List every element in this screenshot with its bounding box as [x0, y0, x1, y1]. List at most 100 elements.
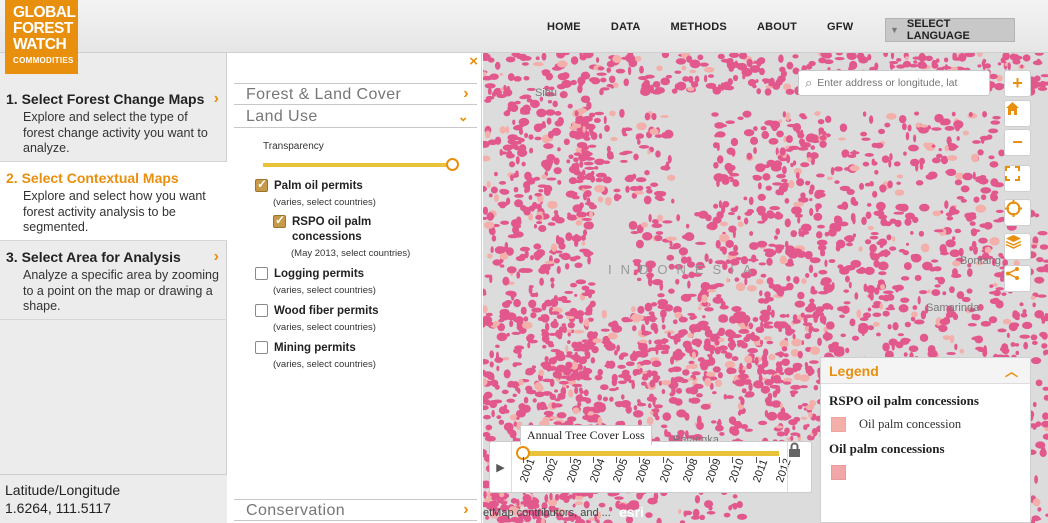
loss-patch	[507, 234, 519, 239]
language-select[interactable]: ▼ SELECT LANGUAGE	[885, 18, 1015, 42]
loss-patch	[918, 290, 928, 295]
location-search[interactable]: ⌕	[798, 70, 990, 96]
transparency-slider-track[interactable]	[263, 163, 453, 167]
year-label-2004[interactable]: 2004	[588, 457, 608, 484]
fullscreen-button[interactable]	[1004, 165, 1031, 192]
loss-patch	[1019, 302, 1024, 307]
loss-patch	[689, 69, 697, 74]
step-forest-change[interactable]: 1. Select Forest Change Maps › Explore a…	[0, 83, 227, 162]
loss-patch	[787, 328, 795, 335]
loss-patch	[541, 70, 550, 74]
loss-patch	[657, 293, 665, 298]
zoom-out-button[interactable]: −	[1004, 129, 1031, 156]
year-label-2011[interactable]: 2011	[751, 458, 770, 484]
category-conservation[interactable]: Conservation ›	[234, 499, 477, 521]
loss-patch	[499, 264, 505, 268]
loss-patch	[758, 420, 768, 426]
loss-patch	[633, 314, 645, 321]
loss-patch	[718, 314, 729, 322]
loss-patch	[808, 264, 814, 274]
legend-header[interactable]: Legend ︿	[821, 358, 1030, 384]
nav-methods[interactable]: METHODS	[671, 21, 727, 33]
layers-button[interactable]	[1004, 233, 1031, 260]
timeline-track[interactable]	[523, 451, 779, 456]
loss-patch	[723, 393, 727, 400]
step-title: 3. Select Area for Analysis	[6, 249, 181, 265]
loss-patch	[671, 88, 678, 94]
year-label-2001[interactable]: 2001	[518, 457, 538, 484]
loss-patch	[883, 249, 889, 258]
loss-patch	[573, 192, 578, 197]
nav-about[interactable]: ABOUT	[757, 21, 797, 33]
loss-patch	[718, 200, 723, 209]
loss-patch	[868, 293, 873, 299]
loss-patch	[816, 224, 826, 229]
category-land-use[interactable]: Land Use ⌄	[234, 106, 477, 128]
year-label-2005[interactable]: 2005	[611, 457, 631, 484]
loss-patch	[882, 342, 890, 352]
loss-patch	[764, 396, 772, 405]
loss-patch	[752, 317, 759, 322]
loss-patch	[509, 104, 519, 113]
year-label-2010[interactable]: 2010	[727, 457, 747, 484]
loss-patch	[851, 335, 860, 341]
year-label-2006[interactable]: 2006	[634, 457, 654, 484]
loss-patch	[806, 133, 816, 140]
loss-patch	[574, 386, 579, 395]
year-label-2002[interactable]: 2002	[541, 457, 561, 484]
palm-oil-checkbox[interactable]	[255, 177, 268, 192]
mining-checkbox[interactable]	[255, 341, 268, 354]
loss-patch	[940, 251, 949, 256]
share-button[interactable]	[1004, 265, 1031, 292]
loss-patch	[518, 137, 525, 143]
chevron-up-icon[interactable]: ︿	[1005, 361, 1018, 380]
wood-fiber-checkbox[interactable]	[255, 304, 268, 317]
year-label-2003[interactable]: 2003	[565, 457, 585, 484]
loss-patch	[779, 402, 784, 409]
map-canvas[interactable]: Sibu INDONESIA Bontang Samarinda Palangk…	[483, 53, 1048, 523]
zoom-in-button[interactable]: +	[1004, 70, 1031, 97]
loss-patch	[629, 185, 640, 192]
home-button[interactable]	[1004, 100, 1031, 127]
step-area-analysis[interactable]: 3. Select Area for Analysis › Analyze a …	[0, 241, 227, 320]
loss-patch	[627, 66, 632, 76]
year-label-2009[interactable]: 2009	[704, 457, 724, 484]
transparency-slider-handle[interactable]	[446, 158, 459, 171]
logo[interactable]: GLOBAL FOREST WATCH COMMODITIES	[5, 0, 78, 74]
loss-patch	[539, 277, 544, 286]
loss-patch	[663, 129, 674, 139]
nav-gfw[interactable]: GFW	[827, 21, 853, 33]
locate-button[interactable]	[1004, 199, 1031, 226]
category-label: Forest & Land Cover	[246, 86, 402, 103]
play-button[interactable]: ▶	[490, 442, 512, 492]
category-forest-land-cover[interactable]: Forest & Land Cover ›	[234, 83, 477, 105]
rspo-checkbox[interactable]	[273, 213, 286, 228]
nav-data[interactable]: DATA	[611, 21, 641, 33]
loss-patch	[690, 515, 700, 520]
step-contextual-maps[interactable]: 2. Select Contextual Maps Explore and se…	[0, 162, 227, 241]
loss-patch	[662, 338, 667, 345]
year-label-2007[interactable]: 2007	[658, 457, 678, 484]
loss-patch	[703, 74, 708, 83]
loss-patch	[831, 282, 835, 291]
loss-patch	[668, 367, 675, 373]
search-input[interactable]	[817, 77, 978, 89]
logging-checkbox[interactable]	[255, 267, 268, 280]
loss-patch	[690, 81, 699, 88]
loss-patch	[655, 231, 664, 235]
loss-patch	[667, 155, 672, 164]
loss-patch	[990, 193, 999, 202]
loss-patch	[750, 335, 760, 342]
nav-home[interactable]: HOME	[547, 21, 581, 33]
loss-patch	[553, 210, 559, 215]
loss-patch	[706, 371, 716, 377]
loss-patch	[716, 211, 724, 219]
loss-patch	[760, 385, 771, 394]
lock-button[interactable]	[787, 442, 811, 492]
loss-patch	[899, 203, 909, 212]
year-label-2008[interactable]: 2008	[681, 457, 701, 484]
close-icon[interactable]: ×	[469, 53, 478, 70]
loss-patch	[669, 241, 673, 247]
loss-patch	[596, 72, 607, 76]
loss-patch	[561, 299, 572, 304]
